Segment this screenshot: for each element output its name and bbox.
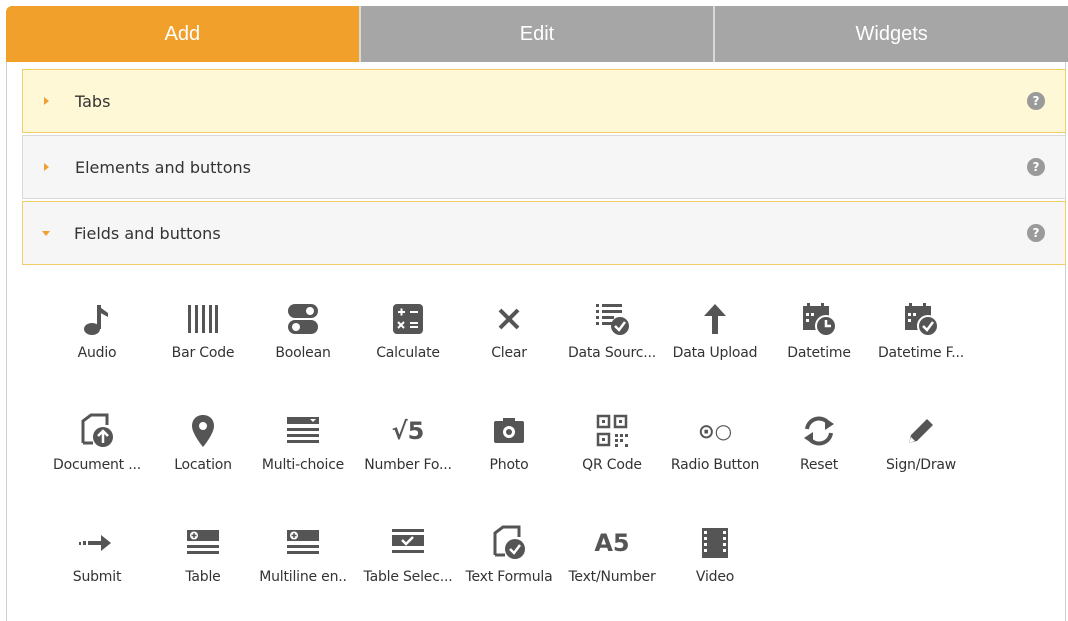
- field-button-multi-choice[interactable]: Multi-choice: [250, 407, 356, 473]
- section-fields-and-buttons[interactable]: Fields and buttons ?: [22, 201, 1066, 265]
- field-label: Location: [174, 457, 232, 473]
- help-icon[interactable]: ?: [1027, 92, 1045, 110]
- multiline-add-icon: [250, 519, 356, 567]
- field-label: Data Upload: [672, 345, 758, 361]
- field-button-location[interactable]: Location: [150, 407, 256, 473]
- field-label: Table: [185, 569, 221, 585]
- pencil-icon: [868, 407, 974, 455]
- field-button-number-fo[interactable]: √5 Number Fo...: [355, 407, 461, 473]
- field-button-table[interactable]: Table: [150, 519, 256, 585]
- field-label: QR Code: [582, 457, 642, 473]
- field-button-calculate[interactable]: Calculate: [355, 295, 461, 361]
- list-dropdown-icon: [250, 407, 356, 455]
- field-label: Submit: [72, 569, 122, 585]
- field-button-datetime[interactable]: Datetime: [766, 295, 872, 361]
- tab-add[interactable]: Add: [6, 6, 359, 62]
- field-button-text-number[interactable]: A5 Text/Number: [559, 519, 665, 585]
- music-note-icon: [44, 295, 150, 343]
- section-elements-and-buttons[interactable]: Elements and buttons ?: [22, 135, 1066, 199]
- square-root-icon: √5: [391, 417, 425, 445]
- qr-code-icon: [559, 407, 665, 455]
- document-upload-icon: [44, 407, 150, 455]
- arrow-right-icon: [44, 519, 150, 567]
- field-button-document[interactable]: Document ...: [44, 407, 150, 473]
- field-label: Number Fo...: [364, 457, 452, 473]
- field-button-submit[interactable]: Submit: [44, 519, 150, 585]
- field-button-table-selec[interactable]: Table Selec...: [355, 519, 461, 585]
- field-label: Photo: [489, 457, 529, 473]
- tab-bar: Add Edit Widgets: [6, 6, 1068, 62]
- field-label: Reset: [799, 457, 839, 473]
- tab-widgets[interactable]: Widgets: [713, 6, 1068, 62]
- field-button-radio-button[interactable]: ⊙○ Radio Button: [662, 407, 768, 473]
- barcode-icon: [150, 295, 256, 343]
- field-label: Calculate: [376, 345, 440, 361]
- field-label: Boolean: [275, 345, 331, 361]
- field-button-photo[interactable]: Photo: [456, 407, 562, 473]
- field-label: Multi-choice: [261, 457, 345, 473]
- field-label: Video: [695, 569, 735, 585]
- field-label: Document ...: [53, 457, 141, 473]
- table-select-icon: [355, 519, 461, 567]
- field-label: Clear: [491, 345, 527, 361]
- radio-icon: ⊙○: [697, 419, 733, 443]
- field-button-bar-code[interactable]: Bar Code: [150, 295, 256, 361]
- field-button-reset[interactable]: Reset: [766, 407, 872, 473]
- data-source-icon: [559, 295, 665, 343]
- field-label: Text/Number: [568, 569, 656, 585]
- help-icon[interactable]: ?: [1027, 224, 1045, 242]
- section-tabs[interactable]: Tabs ?: [22, 69, 1066, 133]
- camera-icon: [456, 407, 562, 455]
- field-button-datetime-f[interactable]: Datetime F...: [868, 295, 974, 361]
- field-label: Data Sourc...: [567, 345, 657, 361]
- field-label: Audio: [77, 345, 117, 361]
- field-button-qr-code[interactable]: QR Code: [559, 407, 665, 473]
- field-button-data-upload[interactable]: Data Upload: [662, 295, 768, 361]
- section-label: Fields and buttons: [74, 223, 221, 243]
- text-number-icon: A5: [594, 529, 630, 557]
- tab-edit[interactable]: Edit: [358, 6, 714, 62]
- field-label: Multiline en..: [259, 569, 347, 585]
- collapse-arrow-icon: [42, 230, 50, 236]
- field-button-sign-draw[interactable]: Sign/Draw: [868, 407, 974, 473]
- field-button-boolean[interactable]: Boolean: [250, 295, 356, 361]
- field-label: Datetime: [787, 345, 851, 361]
- field-button-video[interactable]: Video: [662, 519, 768, 585]
- field-button-clear[interactable]: Clear: [456, 295, 562, 361]
- text-formula-icon: [456, 519, 562, 567]
- section-label: Elements and buttons: [75, 157, 251, 177]
- toggle-icon: [250, 295, 356, 343]
- add-panel: Tabs ? Elements and buttons ? Fields and…: [6, 62, 1066, 621]
- field-button-data-sourc[interactable]: Data Sourc...: [559, 295, 665, 361]
- location-pin-icon: [150, 407, 256, 455]
- table-add-icon: [150, 519, 256, 567]
- arrow-up-icon: [662, 295, 768, 343]
- refresh-icon: [766, 407, 872, 455]
- calculator-icon: [355, 295, 461, 343]
- help-icon[interactable]: ?: [1027, 158, 1045, 176]
- field-label: Datetime F...: [877, 345, 965, 361]
- field-label: Bar Code: [171, 345, 235, 361]
- calendar-check-icon: [868, 295, 974, 343]
- expand-arrow-icon: [44, 163, 49, 171]
- field-button-multiline-en[interactable]: Multiline en..: [250, 519, 356, 585]
- field-label: Sign/Draw: [885, 457, 957, 473]
- section-label: Tabs: [75, 91, 111, 111]
- field-label: Radio Button: [670, 457, 760, 473]
- field-label: Table Selec...: [363, 569, 453, 585]
- close-icon: [456, 295, 562, 343]
- expand-arrow-icon: [44, 97, 49, 105]
- film-icon: [662, 519, 768, 567]
- field-button-text-formula[interactable]: Text Formula: [456, 519, 562, 585]
- field-label: Text Formula: [465, 569, 553, 585]
- field-button-audio[interactable]: Audio: [44, 295, 150, 361]
- calendar-clock-icon: [766, 295, 872, 343]
